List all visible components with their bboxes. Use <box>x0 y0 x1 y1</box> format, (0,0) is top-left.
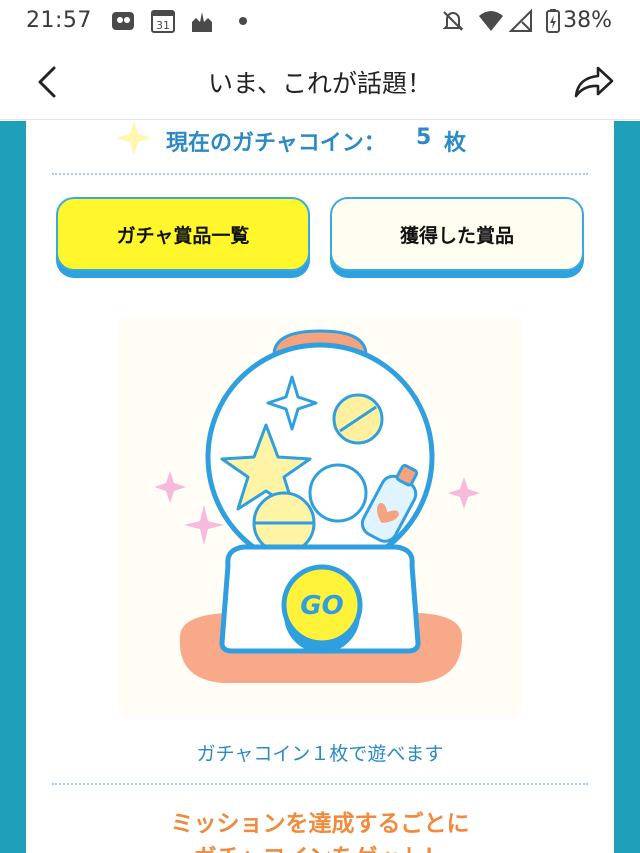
capsule-ball <box>308 463 368 523</box>
ticket-icon <box>112 12 134 30</box>
gacha-panel: 現在のガチャコイン： 5 枚 ガチャ賞品一覧 獲得した賞品 GO ガチャコイン１… <box>26 121 614 853</box>
status-time: 21:57 <box>26 8 92 33</box>
share-button[interactable] <box>572 62 616 102</box>
castle-icon <box>192 12 212 32</box>
gacha-machine-illustration: GO <box>154 329 480 683</box>
share-arrow-icon <box>574 66 614 98</box>
coin-label: 現在のガチャコイン： <box>166 131 386 156</box>
sparkle-icon <box>116 121 152 155</box>
pink-sparkle-left-low <box>184 505 224 545</box>
mission-line-1: ミッションを達成するごとに <box>170 811 470 837</box>
calendar-day: 31 <box>156 19 170 32</box>
signal-icon <box>508 8 532 32</box>
battery-icon <box>546 9 560 33</box>
bell-off-icon <box>442 11 464 31</box>
dot-icon <box>239 17 247 25</box>
divider <box>52 173 588 175</box>
go-label: GO <box>300 591 343 621</box>
pink-sparkle-left <box>154 471 186 503</box>
divider <box>52 783 588 785</box>
status-bar: 21:57 31 38% <box>0 0 640 44</box>
gacha-machine-area[interactable]: GO <box>118 317 522 717</box>
prize-list-button[interactable]: ガチャ賞品一覧 <box>56 197 310 271</box>
content-frame: 現在のガチャコイン： 5 枚 ガチャ賞品一覧 獲得した賞品 GO ガチャコイン１… <box>0 121 640 853</box>
coin-status: 現在のガチャコイン： 5 枚 <box>26 121 614 171</box>
pink-sparkle-right <box>448 477 480 509</box>
wifi-icon <box>479 11 503 31</box>
page-title: いま、これが話題！ <box>207 69 432 98</box>
calendar-icon: 31 <box>151 10 175 33</box>
play-note: ガチャコイン１枚で遊べます <box>196 743 444 765</box>
coin-count: 5 <box>416 125 432 150</box>
app-header: いま、これが話題！ <box>0 44 640 120</box>
battery-percent: 38% <box>563 8 612 33</box>
coin-unit: 枚 <box>444 131 467 156</box>
mission-text: ミッションを達成するごとに ガチャコインをゲット！ <box>26 807 614 853</box>
won-prizes-button[interactable]: 獲得した賞品 <box>330 197 584 271</box>
mission-line-2: ガチャコインをゲット！ <box>26 841 614 853</box>
